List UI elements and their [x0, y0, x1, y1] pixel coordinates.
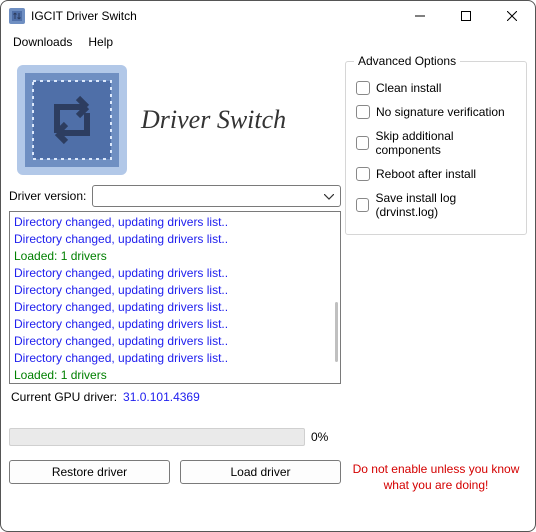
log-entry: Directory changed, updating drivers list… [14, 214, 336, 231]
driver-version-label: Driver version: [9, 189, 86, 203]
advanced-option[interactable]: Save install log (drvinst.log) [356, 186, 516, 224]
current-driver-row: Current GPU driver: 31.0.101.4369 [9, 384, 341, 408]
left-pane: Driver Switch Driver version: Directory … [9, 53, 341, 523]
minimize-button[interactable] [397, 1, 443, 31]
button-row: Restore driver Load driver [9, 460, 341, 484]
client-area: Driver Switch Driver version: Directory … [1, 53, 535, 531]
log-entry: Directory changed, updating drivers list… [14, 231, 336, 248]
menu-downloads[interactable]: Downloads [5, 33, 80, 51]
log-entry: Directory changed, updating drivers list… [14, 282, 336, 299]
header-row: Driver Switch [9, 53, 341, 183]
driver-version-select[interactable] [92, 185, 341, 207]
window-controls [397, 1, 535, 31]
progress-percent: 0% [311, 430, 341, 444]
checkbox-icon[interactable] [356, 105, 370, 119]
checkbox-icon[interactable] [356, 81, 370, 95]
log-entry: Directory changed, updating drivers list… [14, 316, 336, 333]
advanced-option-label: Clean install [376, 81, 441, 95]
chevron-down-icon [324, 189, 334, 203]
log-entry: Directory changed, updating drivers list… [14, 299, 336, 316]
menu-help[interactable]: Help [80, 33, 121, 51]
advanced-options-title: Advanced Options [354, 54, 460, 68]
close-button[interactable] [489, 1, 535, 31]
advanced-options-group: Advanced Options Clean installNo signatu… [345, 61, 527, 235]
log-panel[interactable]: Directory changed, updating drivers list… [9, 211, 341, 384]
title-bar: IGCIT Driver Switch [1, 1, 535, 31]
progress-row: 0% [9, 428, 341, 446]
app-icon [9, 8, 25, 24]
menu-bar: Downloads Help [1, 31, 535, 53]
advanced-option-label: No signature verification [376, 105, 505, 119]
scrollbar-thumb[interactable] [335, 302, 338, 362]
log-entry: Directory changed, updating drivers list… [14, 265, 336, 282]
checkbox-icon[interactable] [356, 136, 369, 150]
advanced-option-label: Save install log (drvinst.log) [375, 191, 516, 219]
app-logo-icon [17, 65, 127, 175]
log-entry: Loaded: 1 drivers [14, 248, 336, 265]
warning-line-2: what you are doing! [384, 478, 489, 492]
app-heading: Driver Switch [141, 105, 286, 135]
warning-line-1: Do not enable unless you know [353, 462, 520, 476]
app-window: IGCIT Driver Switch Downloads Help [0, 0, 536, 532]
load-driver-button[interactable]: Load driver [180, 460, 341, 484]
advanced-option[interactable]: No signature verification [356, 100, 516, 124]
progress-bar [9, 428, 305, 446]
restore-driver-button[interactable]: Restore driver [9, 460, 170, 484]
current-driver-value: 31.0.101.4369 [123, 390, 200, 404]
advanced-option[interactable]: Clean install [356, 76, 516, 100]
right-pane: Advanced Options Clean install No signatu… [341, 53, 527, 523]
driver-version-row: Driver version: [9, 183, 341, 211]
log-entry: Loaded: 1 drivers [14, 367, 336, 384]
checkbox-icon[interactable] [356, 198, 369, 212]
window-title: IGCIT Driver Switch [31, 9, 397, 23]
advanced-option[interactable]: Reboot after install [356, 162, 516, 186]
current-driver-label: Current GPU driver: [11, 390, 117, 404]
checkbox-icon[interactable] [356, 167, 370, 181]
advanced-option[interactable]: Skip additional components [356, 124, 516, 162]
advanced-option-label: Reboot after install [376, 167, 476, 181]
maximize-button[interactable] [443, 1, 489, 31]
log-entry: Directory changed, updating drivers list… [14, 333, 336, 350]
advanced-option-label: Skip additional components [375, 129, 516, 157]
warning-text: Do not enable unless you know what you a… [341, 461, 527, 523]
log-entry: Directory changed, updating drivers list… [14, 350, 336, 367]
